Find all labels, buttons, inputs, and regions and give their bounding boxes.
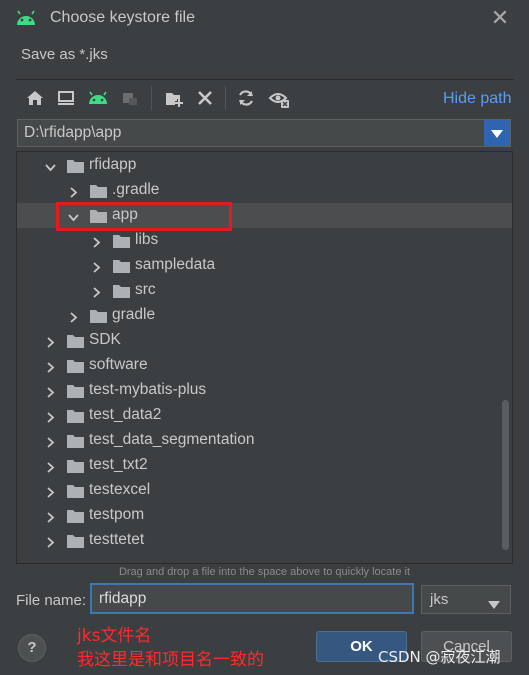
chevron-right-icon[interactable] bbox=[45, 485, 56, 498]
chevron-right-icon[interactable] bbox=[45, 335, 56, 348]
chevron-right-icon[interactable] bbox=[45, 510, 56, 523]
annotation-highlight-box bbox=[56, 202, 232, 231]
home-icon[interactable] bbox=[24, 87, 46, 109]
help-button[interactable]: ? bbox=[18, 634, 46, 662]
chevron-right-icon[interactable] bbox=[91, 260, 102, 273]
tree-row[interactable]: test-mybatis-plus bbox=[17, 378, 512, 403]
path-input[interactable] bbox=[24, 120, 474, 146]
file-name-input[interactable] bbox=[99, 587, 399, 611]
new-folder-icon[interactable] bbox=[163, 87, 185, 109]
tree-row[interactable]: .gradle bbox=[17, 178, 512, 203]
folder-icon bbox=[67, 409, 84, 423]
folder-icon bbox=[113, 259, 130, 273]
tree-row[interactable]: test_data_segmentation bbox=[17, 428, 512, 453]
folder-icon bbox=[67, 159, 84, 173]
chevron-down-icon[interactable] bbox=[45, 160, 56, 172]
watermark: CSDN @寂夜江潮 bbox=[378, 648, 501, 666]
show-hidden-icon[interactable] bbox=[268, 87, 290, 109]
path-field[interactable] bbox=[17, 119, 511, 147]
tree-row[interactable]: gradle bbox=[17, 303, 512, 328]
tree-row-label: test_data_segmentation bbox=[89, 431, 255, 448]
tree-row-label: rfidapp bbox=[89, 156, 137, 173]
tree-row[interactable]: software bbox=[17, 353, 512, 378]
tree-row[interactable]: sampledata bbox=[17, 253, 512, 278]
title-bar: Choose keystore file ✕ bbox=[0, 0, 529, 38]
chevron-right-icon[interactable] bbox=[45, 360, 56, 373]
folder-icon bbox=[67, 509, 84, 523]
module-icon[interactable] bbox=[119, 87, 141, 109]
tree-row[interactable]: test_txt2 bbox=[17, 453, 512, 478]
tree-row[interactable]: rfidapp bbox=[17, 153, 512, 178]
android-icon bbox=[15, 9, 37, 27]
chevron-down-icon bbox=[488, 596, 500, 613]
folder-icon bbox=[67, 434, 84, 448]
folder-icon bbox=[90, 184, 107, 198]
folder-icon bbox=[113, 234, 130, 248]
folder-icon bbox=[67, 334, 84, 348]
refresh-icon[interactable] bbox=[235, 87, 257, 109]
delete-icon[interactable] bbox=[194, 87, 216, 109]
tree-row[interactable]: testtetet bbox=[17, 528, 512, 553]
tree-row-label: testtetet bbox=[89, 531, 145, 548]
path-history-dropdown[interactable] bbox=[484, 120, 510, 146]
chevron-right-icon[interactable] bbox=[45, 535, 56, 548]
tree-row-label: test-mybatis-plus bbox=[89, 381, 207, 398]
toolbar-separator bbox=[151, 86, 152, 110]
dialog-description: Save as *.jks bbox=[21, 46, 108, 63]
extension-value: jks bbox=[430, 591, 449, 608]
tree-row[interactable]: testpom bbox=[17, 503, 512, 528]
tree-row-label: test_data2 bbox=[89, 406, 162, 423]
window-title: Choose keystore file bbox=[50, 9, 195, 26]
file-name-field[interactable] bbox=[90, 583, 414, 614]
tree-row-label: test_txt2 bbox=[89, 456, 148, 473]
drag-drop-hint: Drag and drop a file into the space abov… bbox=[118, 566, 411, 578]
tree-row-label: sampledata bbox=[135, 256, 216, 273]
tree-row[interactable]: src bbox=[17, 278, 512, 303]
tree-row-label: SDK bbox=[89, 331, 121, 348]
tree-row-label: gradle bbox=[112, 306, 156, 323]
chevron-right-icon[interactable] bbox=[91, 235, 102, 248]
tree-row-label: src bbox=[135, 281, 156, 298]
annotation-text-2: 我这里是和项目名一致的 bbox=[77, 650, 264, 670]
folder-icon bbox=[67, 534, 84, 548]
chevron-right-icon[interactable] bbox=[91, 285, 102, 298]
chevron-right-icon[interactable] bbox=[45, 385, 56, 398]
toolbar-separator bbox=[225, 86, 226, 110]
chevron-right-icon[interactable] bbox=[68, 310, 79, 323]
tree-row[interactable]: test_data2 bbox=[17, 403, 512, 428]
tree-row-label: software bbox=[89, 356, 148, 373]
chevron-right-icon[interactable] bbox=[45, 410, 56, 423]
tree-scrollbar[interactable] bbox=[502, 400, 509, 550]
chevron-down-icon bbox=[491, 125, 503, 142]
tree-row-label: testexcel bbox=[89, 481, 151, 498]
folder-icon bbox=[67, 484, 84, 498]
tree-row-label: testpom bbox=[89, 506, 145, 523]
chevron-right-icon[interactable] bbox=[45, 435, 56, 448]
chevron-right-icon[interactable] bbox=[45, 460, 56, 473]
folder-icon bbox=[67, 459, 84, 473]
tree-row[interactable]: testexcel bbox=[17, 478, 512, 503]
tree-row[interactable]: SDK bbox=[17, 328, 512, 353]
tree-row[interactable]: libs bbox=[17, 228, 512, 253]
chevron-right-icon[interactable] bbox=[68, 185, 79, 198]
android-project-icon[interactable] bbox=[87, 87, 109, 109]
extension-select[interactable]: jks bbox=[421, 585, 511, 614]
desktop-icon[interactable] bbox=[55, 87, 77, 109]
close-icon[interactable]: ✕ bbox=[488, 6, 512, 30]
folder-icon bbox=[113, 284, 130, 298]
folder-icon bbox=[67, 359, 84, 373]
folder-icon bbox=[67, 384, 84, 398]
divider bbox=[16, 79, 514, 80]
hide-path-link[interactable]: Hide path bbox=[443, 90, 512, 108]
tree-row-label: libs bbox=[135, 231, 159, 248]
annotation-text-1: jks文件名 bbox=[77, 626, 152, 646]
file-name-label: File name: bbox=[16, 592, 87, 609]
folder-icon bbox=[90, 309, 107, 323]
tree-row-label: .gradle bbox=[112, 181, 160, 198]
